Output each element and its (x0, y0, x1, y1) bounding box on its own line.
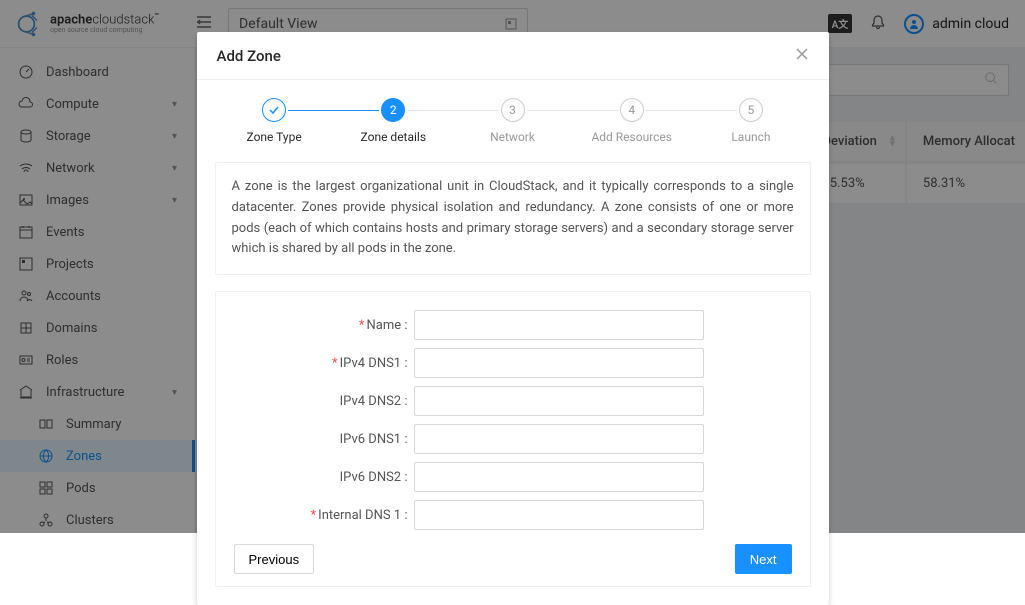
input-internal-dns1[interactable] (414, 500, 704, 530)
label-ipv6-dns1: IPv6 DNS1 : (234, 432, 414, 447)
step-zone-type[interactable]: Zone Type (215, 98, 334, 144)
label-name: *Name : (234, 318, 414, 333)
previous-button[interactable]: Previous (234, 544, 315, 574)
add-zone-modal: Add Zone Zone Type 2 Zone details 3 (197, 32, 829, 605)
step-network[interactable]: 3 Network (453, 98, 572, 144)
label-ipv4-dns2: IPv4 DNS2 : (234, 394, 414, 409)
modal-close-button[interactable] (795, 46, 809, 65)
input-ipv4-dns1[interactable] (414, 348, 704, 378)
input-ipv4-dns2[interactable] (414, 386, 704, 416)
wizard-steps: Zone Type 2 Zone details 3 Network 4 Add… (215, 98, 811, 144)
input-ipv6-dns1[interactable] (414, 424, 704, 454)
zone-details-form: *Name : *IPv4 DNS1 : IPv4 DNS2 : IPv6 DN… (215, 291, 811, 587)
modal-title: Add Zone (217, 47, 281, 65)
input-ipv6-dns2[interactable] (414, 462, 704, 492)
label-ipv6-dns2: IPv6 DNS2 : (234, 470, 414, 485)
label-internal-dns1: *Internal DNS 1 : (234, 508, 414, 523)
step-launch[interactable]: 5 Launch (691, 98, 810, 144)
close-icon (795, 47, 809, 61)
zone-info-text: A zone is the largest organizational uni… (215, 162, 811, 275)
next-button[interactable]: Next (735, 544, 792, 574)
step-add-resources[interactable]: 4 Add Resources (572, 98, 691, 144)
check-icon (268, 104, 280, 116)
input-name[interactable] (414, 310, 704, 340)
modal-overlay: Add Zone Zone Type 2 Zone details 3 (0, 0, 1025, 533)
step-zone-details[interactable]: 2 Zone details (334, 98, 453, 144)
label-ipv4-dns1: *IPv4 DNS1 : (234, 356, 414, 371)
